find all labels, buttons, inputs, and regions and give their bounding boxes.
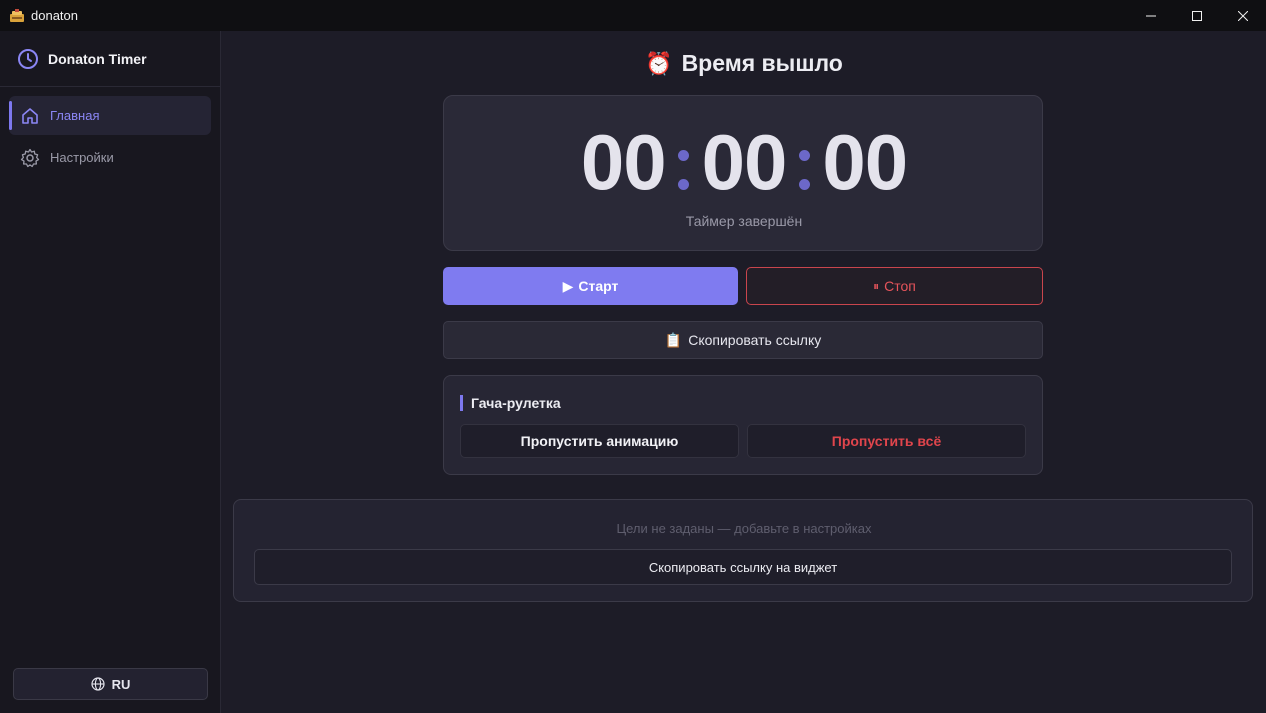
gacha-roulette-panel: Гача-рулетка Пропустить анимацию Пропуст… [443,375,1043,475]
timer-hours: 00 [580,118,667,206]
clipboard-icon: 📋 [664,331,683,348]
timer-minutes: 00 [701,118,788,206]
globe-icon [91,677,105,691]
sidebar-item-settings[interactable]: Настройки [9,138,211,177]
window-controls [1128,0,1266,31]
copy-link-button[interactable]: 📋 Скопировать ссылку [443,321,1043,359]
maximize-icon [1192,10,1202,21]
play-icon: ▶ [562,277,574,294]
gear-icon [20,148,40,167]
page-title: ⏰ Время вышло [222,50,1266,77]
close-button[interactable] [1220,0,1266,31]
language-button[interactable]: RU [13,668,208,700]
stop-button-label: Стоп [884,278,916,294]
close-icon [1238,10,1248,21]
timer-status: Таймер завершён [685,213,803,229]
main-content: ⏰ Время вышло 00 00 00 Таймер завершён ▶… [222,31,1266,713]
alarm-clock-icon: ⏰ [645,50,673,76]
sidebar-item-home[interactable]: Главная [9,96,211,135]
timer-seconds: 00 [822,118,908,206]
home-icon [22,107,38,124]
goals-empty-text: Цели не заданы — добавьте в настройках [616,521,872,536]
timer-card: 00 00 00 Таймер завершён [443,95,1043,251]
gacha-title: Гача-рулетка [460,395,561,411]
page-title-text: Время вышло [681,50,843,76]
window-title: donaton [31,8,78,23]
timer-separator [677,150,691,190]
copy-widget-link-button[interactable]: Скопировать ссылку на виджет [254,549,1232,585]
language-label: RU [111,676,131,692]
clock-icon [18,48,38,69]
maximize-button[interactable] [1174,0,1220,31]
minimize-button[interactable] [1128,0,1174,31]
brand-name: Donaton Timer [48,50,147,67]
sidebar-item-label: Главная [50,108,100,123]
sidebar-nav: Главная Настройки [0,87,220,177]
copy-link-label: Скопировать ссылку [688,332,822,348]
sidebar: Donaton Timer Главная Настройки RU [0,31,221,713]
skip-all-button[interactable]: Пропустить всё [747,424,1026,458]
start-button-label: Старт [578,278,619,294]
start-button[interactable]: ▶ Старт [443,267,738,305]
stop-button[interactable]: ⏸ Стоп [746,267,1043,305]
window-titlebar: donaton [0,0,1266,31]
skip-animation-button[interactable]: Пропустить анимацию [460,424,739,458]
brand: Donaton Timer [0,31,220,87]
pause-icon: ⏸ [873,278,880,293]
timer-display: 00 00 00 [444,122,1044,202]
goals-panel: Цели не заданы — добавьте в настройках С… [233,499,1253,602]
app-logo-icon [9,8,25,24]
minimize-icon [1146,15,1156,16]
sidebar-item-label: Настройки [50,150,114,165]
timer-separator [797,150,811,190]
